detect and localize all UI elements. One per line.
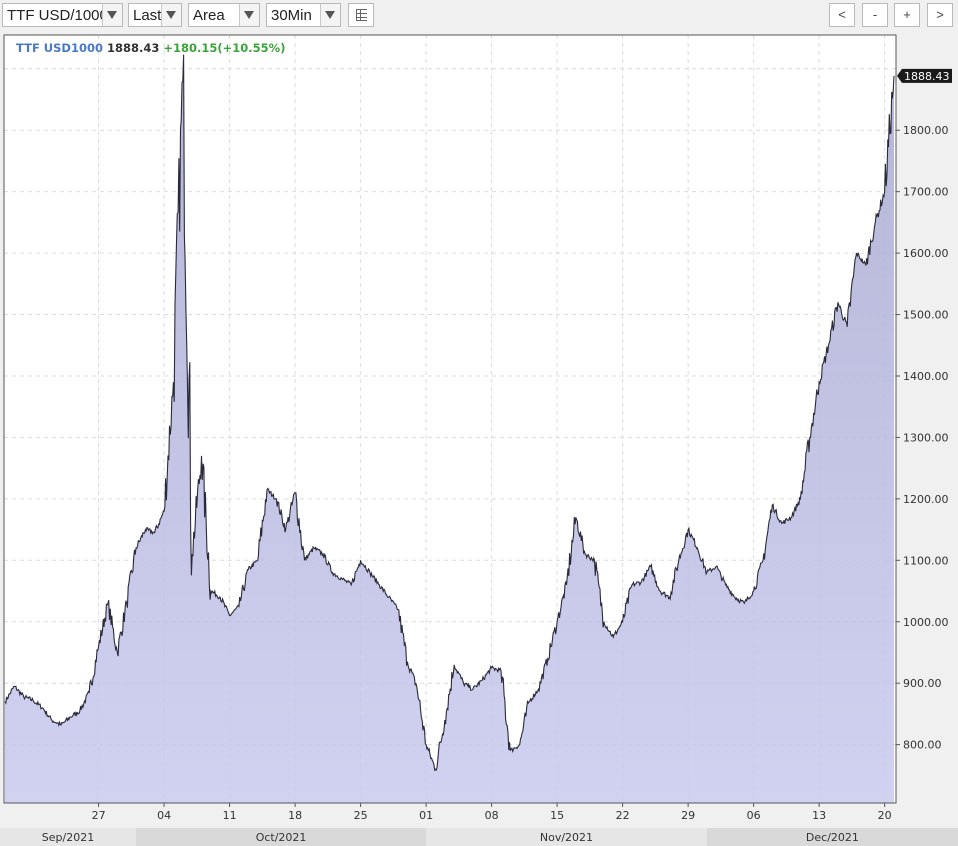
- legend-last-price: 1888.43: [107, 41, 160, 55]
- last-price-tag-label: 1888.43: [904, 70, 950, 83]
- x-axis-day-label: 27: [92, 809, 106, 822]
- y-axis-tick-label: 1000.00: [903, 616, 949, 629]
- x-axis-day-label: 18: [288, 809, 302, 822]
- x-axis-day-label: 01: [419, 809, 433, 822]
- x-axis-month-label: Oct/2021: [256, 831, 307, 844]
- y-axis-tick-label: 1500.00: [903, 309, 949, 322]
- x-axis: 27 04 11 18 25 01 08 15 22 29 06 13 20 Sep/2021 Oct/20…: [0, 803, 958, 846]
- x-axis-day-label: 11: [223, 809, 237, 822]
- x-axis-day-label: 13: [812, 809, 826, 822]
- x-axis-day-label: 25: [354, 809, 368, 822]
- chart-legend: TTF USD1000 1888.43 +180.15(+10.55%): [16, 41, 285, 55]
- y-axis-tick-label: 1300.00: [903, 431, 949, 444]
- y-axis-tick-label: 1100.00: [903, 554, 949, 567]
- x-axis-day-label: 04: [157, 809, 171, 822]
- y-axis-tick-label: 1600.00: [903, 247, 949, 260]
- y-axis-tick-label: 1400.00: [903, 370, 949, 383]
- price-chart[interactable]: 27 04 11 18 25 01 08 15 22 29 06 13 20 Sep/2021 Oct/20…: [0, 0, 958, 846]
- x-axis-day-label: 08: [485, 809, 499, 822]
- x-axis-day-label: 15: [550, 809, 564, 822]
- last-price-tag: 1888.43: [897, 68, 952, 83]
- y-axis: 800.00 900.00 1000.00 1100.00 1200.00 1300.00…: [896, 124, 949, 752]
- x-axis-day-label: 22: [616, 809, 630, 822]
- x-axis-day-label: 29: [681, 809, 695, 822]
- x-axis-day-label: 06: [747, 809, 761, 822]
- x-axis-month-label: Sep/2021: [42, 831, 94, 844]
- y-axis-tick-label: 900.00: [903, 677, 942, 690]
- y-axis-tick-label: 1200.00: [903, 493, 949, 506]
- y-axis-tick-label: 800.00: [903, 739, 942, 752]
- y-axis-tick-label: 1800.00: [903, 124, 949, 137]
- y-axis-tick-label: 1700.00: [903, 186, 949, 199]
- legend-change: +180.15(+10.55%): [163, 41, 286, 55]
- x-axis-month-label: Dec/2021: [806, 831, 859, 844]
- x-axis-month-label: Nov/2021: [540, 831, 593, 844]
- x-axis-day-label: 20: [878, 809, 892, 822]
- legend-symbol: TTF USD1000: [16, 41, 103, 55]
